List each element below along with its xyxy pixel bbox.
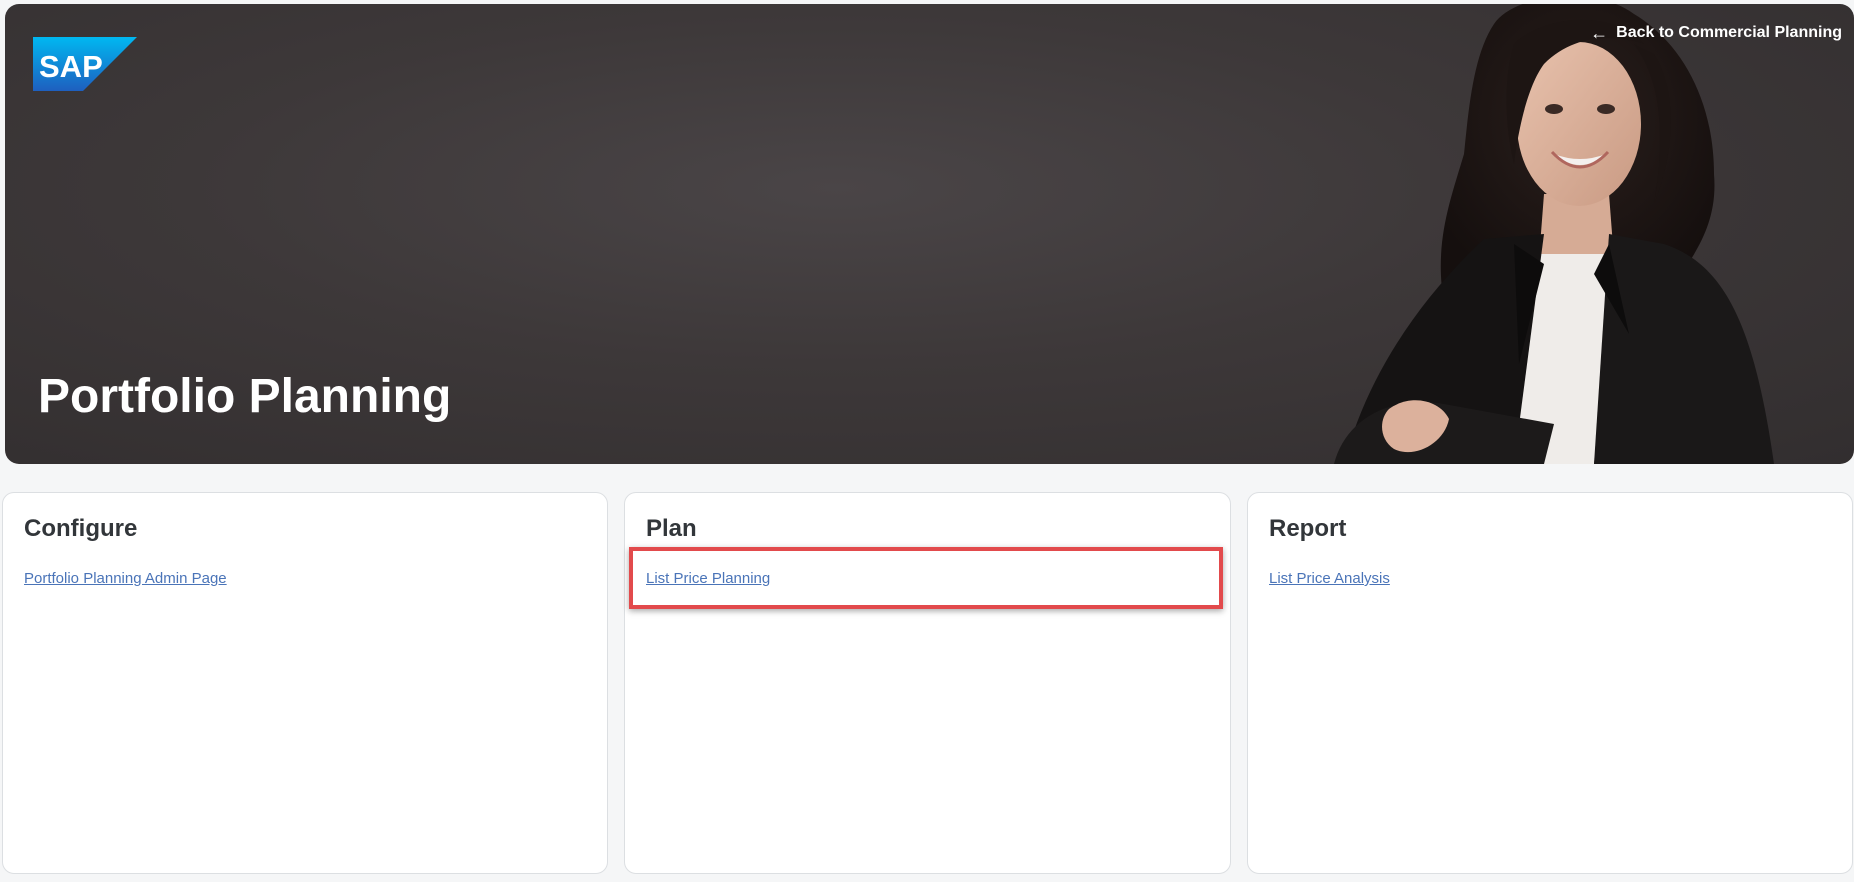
configure-card: Configure Portfolio Planning Admin Page (2, 492, 608, 874)
report-card-title: Report (1269, 515, 1347, 542)
list-price-planning-link[interactable]: List Price Planning (646, 570, 770, 587)
report-card: Report List Price Analysis (1247, 492, 1853, 874)
list-price-analysis-link[interactable]: List Price Analysis (1269, 570, 1390, 587)
hero-person-image (1334, 4, 1774, 464)
configure-card-title: Configure (24, 515, 138, 542)
arrow-left-icon: ← (1590, 23, 1609, 43)
back-to-commercial-planning-link[interactable]: ← Back to Commercial Planning (1590, 24, 1842, 42)
plan-card: Plan List Price Planning (624, 492, 1231, 874)
hero-banner: SAP ← Back to Commercial Planning Portfo… (5, 4, 1854, 464)
card-section: Configure Portfolio Planning Admin Page … (0, 492, 1854, 876)
sap-logo-text: SAP (39, 49, 103, 84)
back-link-label: Back to Commercial Planning (1616, 24, 1842, 41)
sap-logo: SAP (33, 37, 137, 91)
portfolio-planning-admin-link[interactable]: Portfolio Planning Admin Page (24, 570, 227, 587)
plan-card-title: Plan (646, 515, 697, 542)
page-title: Portfolio Planning (38, 370, 452, 423)
